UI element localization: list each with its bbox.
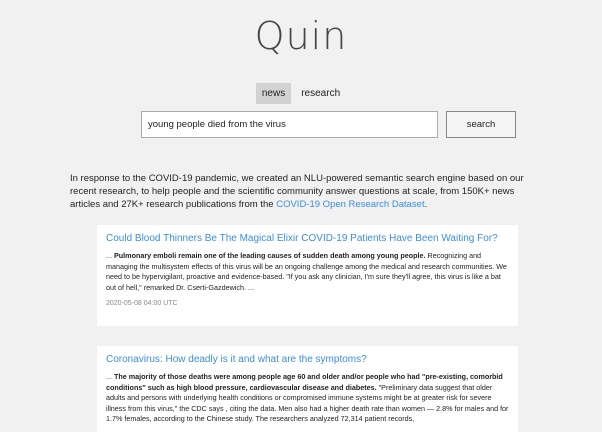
result-snippet: ... Pulmonary emboli remain one of the l…	[106, 251, 509, 293]
result-title-link[interactable]: Could Blood Thinners Be The Magical Elix…	[106, 232, 509, 245]
intro-text-after: .	[424, 199, 428, 210]
search-input[interactable]	[141, 111, 438, 138]
tab-news[interactable]: news	[255, 83, 292, 104]
result-title-link[interactable]: Coronavirus: How deadly is it and what a…	[106, 353, 509, 366]
search-button[interactable]: search	[446, 111, 516, 138]
intro-text: In response to the COVID-19 pandemic, we…	[70, 172, 540, 211]
result-snippet: ... The majority of those deaths were am…	[106, 372, 509, 425]
search-mode-tabs: news research	[0, 83, 602, 104]
dataset-link[interactable]: COVID-19 Open Research Dataset	[276, 199, 424, 210]
snippet-prefix: ...	[106, 372, 114, 381]
search-bar: search	[141, 111, 516, 138]
result-date: 2020-05-08 04:00 UTC	[106, 300, 178, 307]
page: Quin news research search In response to…	[0, 0, 602, 432]
tab-research[interactable]: research	[295, 83, 346, 104]
snippet-prefix: ...	[106, 251, 114, 260]
result-card: Coronavirus: How deadly is it and what a…	[97, 346, 518, 432]
snippet-highlight: Pulmonary emboli remain one of the leadi…	[114, 251, 426, 260]
result-card: Could Blood Thinners Be The Magical Elix…	[97, 225, 518, 326]
app-logo: Quin	[254, 14, 348, 58]
